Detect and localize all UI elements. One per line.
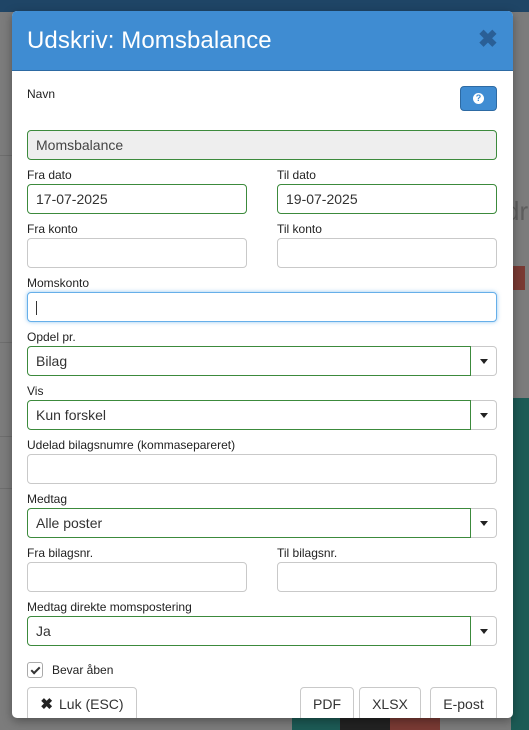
caret-down-icon [479,520,488,526]
bevar-aaben-checkbox[interactable] [27,662,43,678]
fra-dato-input[interactable]: 17-07-2025 [27,184,247,214]
bevar-aaben-label: Bevar åben [52,663,114,677]
momskonto-input[interactable] [27,292,497,322]
dropdown-toggle[interactable] [471,616,497,646]
opdel-label: Opdel pr. [27,330,76,344]
opdel-select[interactable]: Bilag [27,346,497,376]
til-dato-label: Til dato [277,168,316,182]
dialog-header: Udskriv: Momsbalance ✖ [12,11,513,71]
background-divider [0,436,12,437]
pdf-button[interactable]: PDF [300,687,354,718]
direkte-select[interactable]: Ja [27,616,497,646]
background-block [340,716,390,730]
fra-bilag-label: Fra bilagsnr. [27,546,94,560]
navn-field[interactable]: Momsbalance [27,130,497,160]
text-cursor [36,301,37,316]
close-icon[interactable]: ✖ [478,27,498,52]
print-dialog: Udskriv: Momsbalance ✖ ? Navn Momsbalanc… [12,11,513,718]
close-icon: ✖ [40,696,53,713]
dropdown-toggle[interactable] [471,346,497,376]
caret-down-icon [479,358,488,364]
xlsx-button[interactable]: XLSX [359,687,421,718]
udelad-input[interactable] [27,454,497,484]
close-button[interactable]: ✖ Luk (ESC) [27,687,137,718]
caret-down-icon [479,628,488,634]
dialog-title: Udskriv: Momsbalance [27,26,272,54]
momskonto-label: Momskonto [27,276,90,290]
til-konto-input[interactable] [277,238,497,268]
udelad-label: Udelad bilagsnumre (kommasepareret) [27,438,236,452]
til-dato-input[interactable]: 19-07-2025 [277,184,497,214]
medtag-select[interactable]: Alle poster [27,508,497,538]
caret-down-icon [479,412,488,418]
question-circle-icon: ? [473,93,484,104]
vis-select[interactable]: Kun forskel [27,400,497,430]
background-block [292,716,340,730]
help-button[interactable]: ? [460,86,497,111]
background-red-block [511,266,525,290]
background-divider [0,488,12,489]
til-konto-label: Til konto [277,222,322,236]
opdel-value[interactable]: Bilag [27,346,471,376]
medtag-value[interactable]: Alle poster [27,508,471,538]
bevar-aaben-row[interactable]: Bevar åben [27,662,497,678]
direkte-value[interactable]: Ja [27,616,471,646]
close-button-label: Luk (ESC) [59,696,124,712]
dropdown-toggle[interactable] [471,508,497,538]
background-teal-block [511,398,529,730]
email-button[interactable]: E-post [430,687,497,718]
check-icon [30,664,40,674]
fra-bilag-input[interactable] [27,562,247,592]
dialog-body: ? Navn Momsbalance Fra dato 17-07-2025 T… [12,71,513,718]
background-divider [0,342,12,343]
direkte-label: Medtag direkte momspostering [27,600,192,614]
background-block [390,716,440,730]
til-bilag-input[interactable] [277,562,497,592]
fra-dato-label: Fra dato [27,168,72,182]
fra-konto-input[interactable] [27,238,247,268]
background-divider [0,155,12,156]
fra-konto-label: Fra konto [27,222,78,236]
vis-label: Vis [27,384,44,398]
dropdown-toggle[interactable] [471,400,497,430]
medtag-label: Medtag [27,492,68,506]
til-bilag-label: Til bilagsnr. [277,546,338,560]
vis-value[interactable]: Kun forskel [27,400,471,430]
navn-label: Navn [27,87,56,101]
